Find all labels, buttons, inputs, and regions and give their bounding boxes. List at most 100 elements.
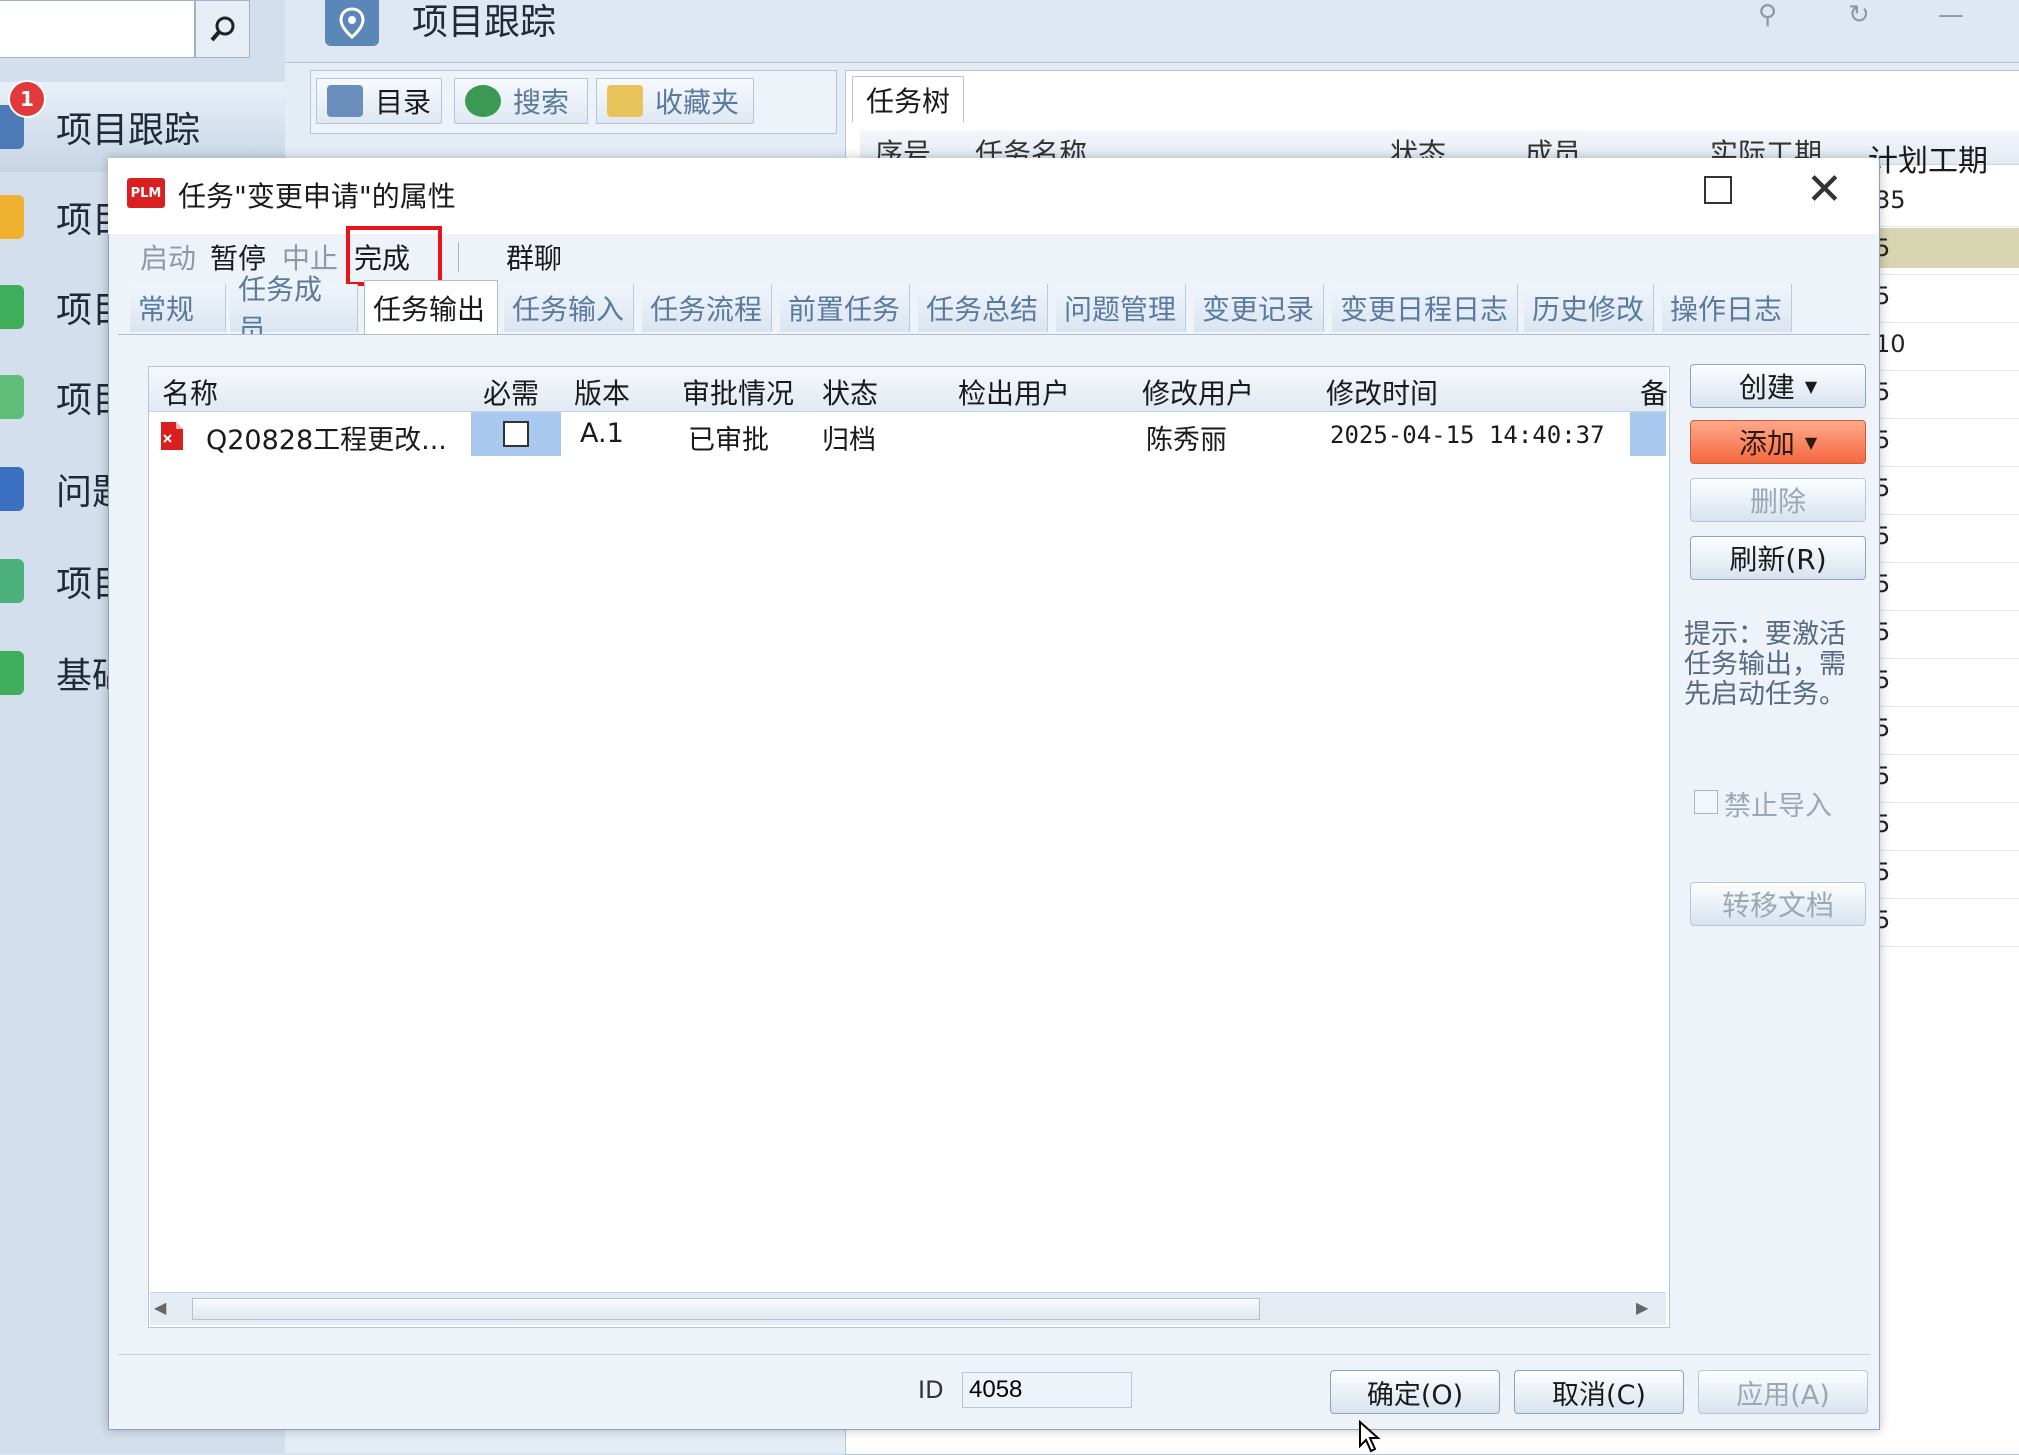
minimize-icon[interactable]: — [1938, 0, 1964, 30]
notification-badge: 1 [8, 80, 46, 118]
nav-icon [0, 467, 24, 511]
group-chat-action[interactable]: 群聊 [506, 237, 562, 277]
start-action[interactable]: 启动 [140, 237, 196, 277]
scrollbar-thumb[interactable] [192, 1298, 1260, 1320]
pin-icon[interactable]: ⚲ [1758, 0, 1777, 30]
tab-task-summary[interactable]: 任务总结 [918, 284, 1048, 332]
forbid-import-label: 禁止导入 [1724, 791, 1832, 822]
selected-row-highlight [1870, 228, 2019, 268]
row-divider [1870, 466, 2019, 467]
navigation-search-input[interactable] [0, 0, 195, 58]
row-divider [1870, 946, 2019, 947]
column-remark[interactable]: 备 [1640, 372, 1668, 412]
nav-icon [0, 375, 24, 419]
create-button[interactable]: 创建 ▼ [1690, 364, 1866, 408]
tab-task-flow[interactable]: 任务流程 [642, 284, 772, 332]
tab-predecessor-tasks[interactable]: 前置任务 [780, 284, 910, 332]
scroll-left-arrow-icon[interactable]: ◀ [154, 1298, 166, 1317]
column-status[interactable]: 状态 [822, 372, 878, 412]
row-divider [1870, 706, 2019, 707]
tab-task-output[interactable]: 任务输出 [364, 280, 498, 334]
tab-label: 收藏夹 [655, 86, 740, 119]
nav-label: 项目跟踪 [56, 110, 201, 151]
tab-change-schedule-log[interactable]: 变更日程日志 [1332, 284, 1518, 332]
row-divider [1870, 322, 2019, 323]
transfer-document-button[interactable]: 转移文档 [1690, 882, 1866, 926]
tab-task-tree[interactable]: 任务树 [852, 76, 964, 123]
tab-issue-management[interactable]: 问题管理 [1056, 284, 1186, 332]
column-planned-duration[interactable]: 计划工期 [1868, 136, 1988, 180]
chevron-down-icon: ▼ [1804, 432, 1818, 452]
column-name[interactable]: 名称 [162, 372, 218, 412]
row-divider [1870, 274, 2019, 275]
apply-button[interactable]: 应用(A) [1698, 1370, 1868, 1414]
row-divider [1870, 658, 2019, 659]
row-divider [1870, 226, 2019, 227]
row-divider [1870, 754, 2019, 755]
row-approval: 已审批 [688, 425, 769, 456]
scroll-right-arrow-icon[interactable]: ▶ [1636, 1298, 1648, 1317]
add-button[interactable]: 添加 ▼ [1690, 420, 1866, 464]
column-modify-time[interactable]: 修改时间 [1326, 372, 1438, 412]
tab-task-members[interactable]: 任务成员 [230, 273, 358, 346]
row-divider [1870, 418, 2019, 419]
row-name[interactable]: Q20828工程更改... [206, 418, 447, 457]
row-divider [1870, 370, 2019, 371]
app-title: 项目跟踪 [412, 2, 557, 43]
delete-button[interactable]: 删除 [1690, 478, 1866, 522]
nav-icon [0, 285, 24, 329]
search-icon[interactable] [195, 0, 250, 58]
tab-change-records[interactable]: 变更记录 [1194, 284, 1324, 332]
pdf-file-icon [161, 422, 183, 450]
close-icon[interactable]: ✕ [1806, 168, 1843, 212]
id-field[interactable] [962, 1372, 1132, 1408]
create-label: 创建 [1738, 371, 1795, 404]
id-label: ID [918, 1376, 944, 1404]
row-divider [1870, 850, 2019, 851]
folder-icon [607, 85, 643, 117]
row-divider [1870, 562, 2019, 563]
mouse-cursor-icon [1359, 1420, 1381, 1453]
column-required[interactable]: 必需 [483, 372, 539, 412]
row-modify-user: 陈秀丽 [1146, 425, 1227, 456]
tab-task-input[interactable]: 任务输入 [504, 284, 634, 332]
nav-icon [0, 559, 24, 603]
row-divider [1870, 610, 2019, 611]
tab-catalog[interactable]: 目录 [316, 78, 442, 124]
row-divider [1870, 802, 2019, 803]
row-divider [1870, 514, 2019, 515]
table-header [149, 367, 1667, 412]
add-label: 添加 [1738, 427, 1795, 460]
computer-icon [327, 85, 363, 117]
cancel-button[interactable]: 取消(C) [1514, 1370, 1684, 1414]
row-version: A.1 [580, 418, 624, 449]
maximize-icon[interactable] [1704, 176, 1732, 204]
toolbar-separator [458, 242, 459, 272]
column-approval[interactable]: 审批情况 [682, 372, 794, 412]
hint-text: 提示：要激活任务输出，需先启动任务。 [1684, 619, 1846, 710]
complete-action-highlight-box [346, 226, 442, 286]
chevron-down-icon: ▼ [1804, 376, 1818, 396]
column-version[interactable]: 版本 [574, 372, 630, 412]
column-modify-user[interactable]: 修改用户 [1142, 372, 1254, 412]
nav-icon [0, 195, 24, 239]
forbid-import-checkbox[interactable] [1694, 790, 1718, 814]
row-status: 归档 [822, 425, 876, 456]
plm-logo: PLM [127, 178, 165, 208]
tab-search[interactable]: 搜索 [454, 78, 588, 124]
required-checkbox[interactable] [503, 421, 529, 447]
search-globe-icon [465, 85, 501, 117]
ok-button[interactable]: 确定(O) [1330, 1370, 1500, 1414]
dialog-title: 任务"变更申请"的属性 [178, 180, 456, 213]
row-modify-time: 2025-04-15 14:40:37 [1330, 421, 1605, 449]
output-table [148, 366, 1670, 1328]
tab-favorites[interactable]: 收藏夹 [596, 78, 754, 124]
tab-general[interactable]: 常规 [130, 284, 226, 332]
refresh-button[interactable]: 刷新(R) [1690, 536, 1866, 580]
tab-operation-log[interactable]: 操作日志 [1662, 284, 1792, 332]
footer-separator [118, 1354, 1870, 1355]
refresh-icon[interactable]: ↻ [1848, 0, 1870, 30]
nav-icon [0, 651, 24, 695]
tab-history-changes[interactable]: 历史修改 [1524, 284, 1654, 332]
column-checkout-user[interactable]: 检出用户 [958, 372, 1070, 412]
